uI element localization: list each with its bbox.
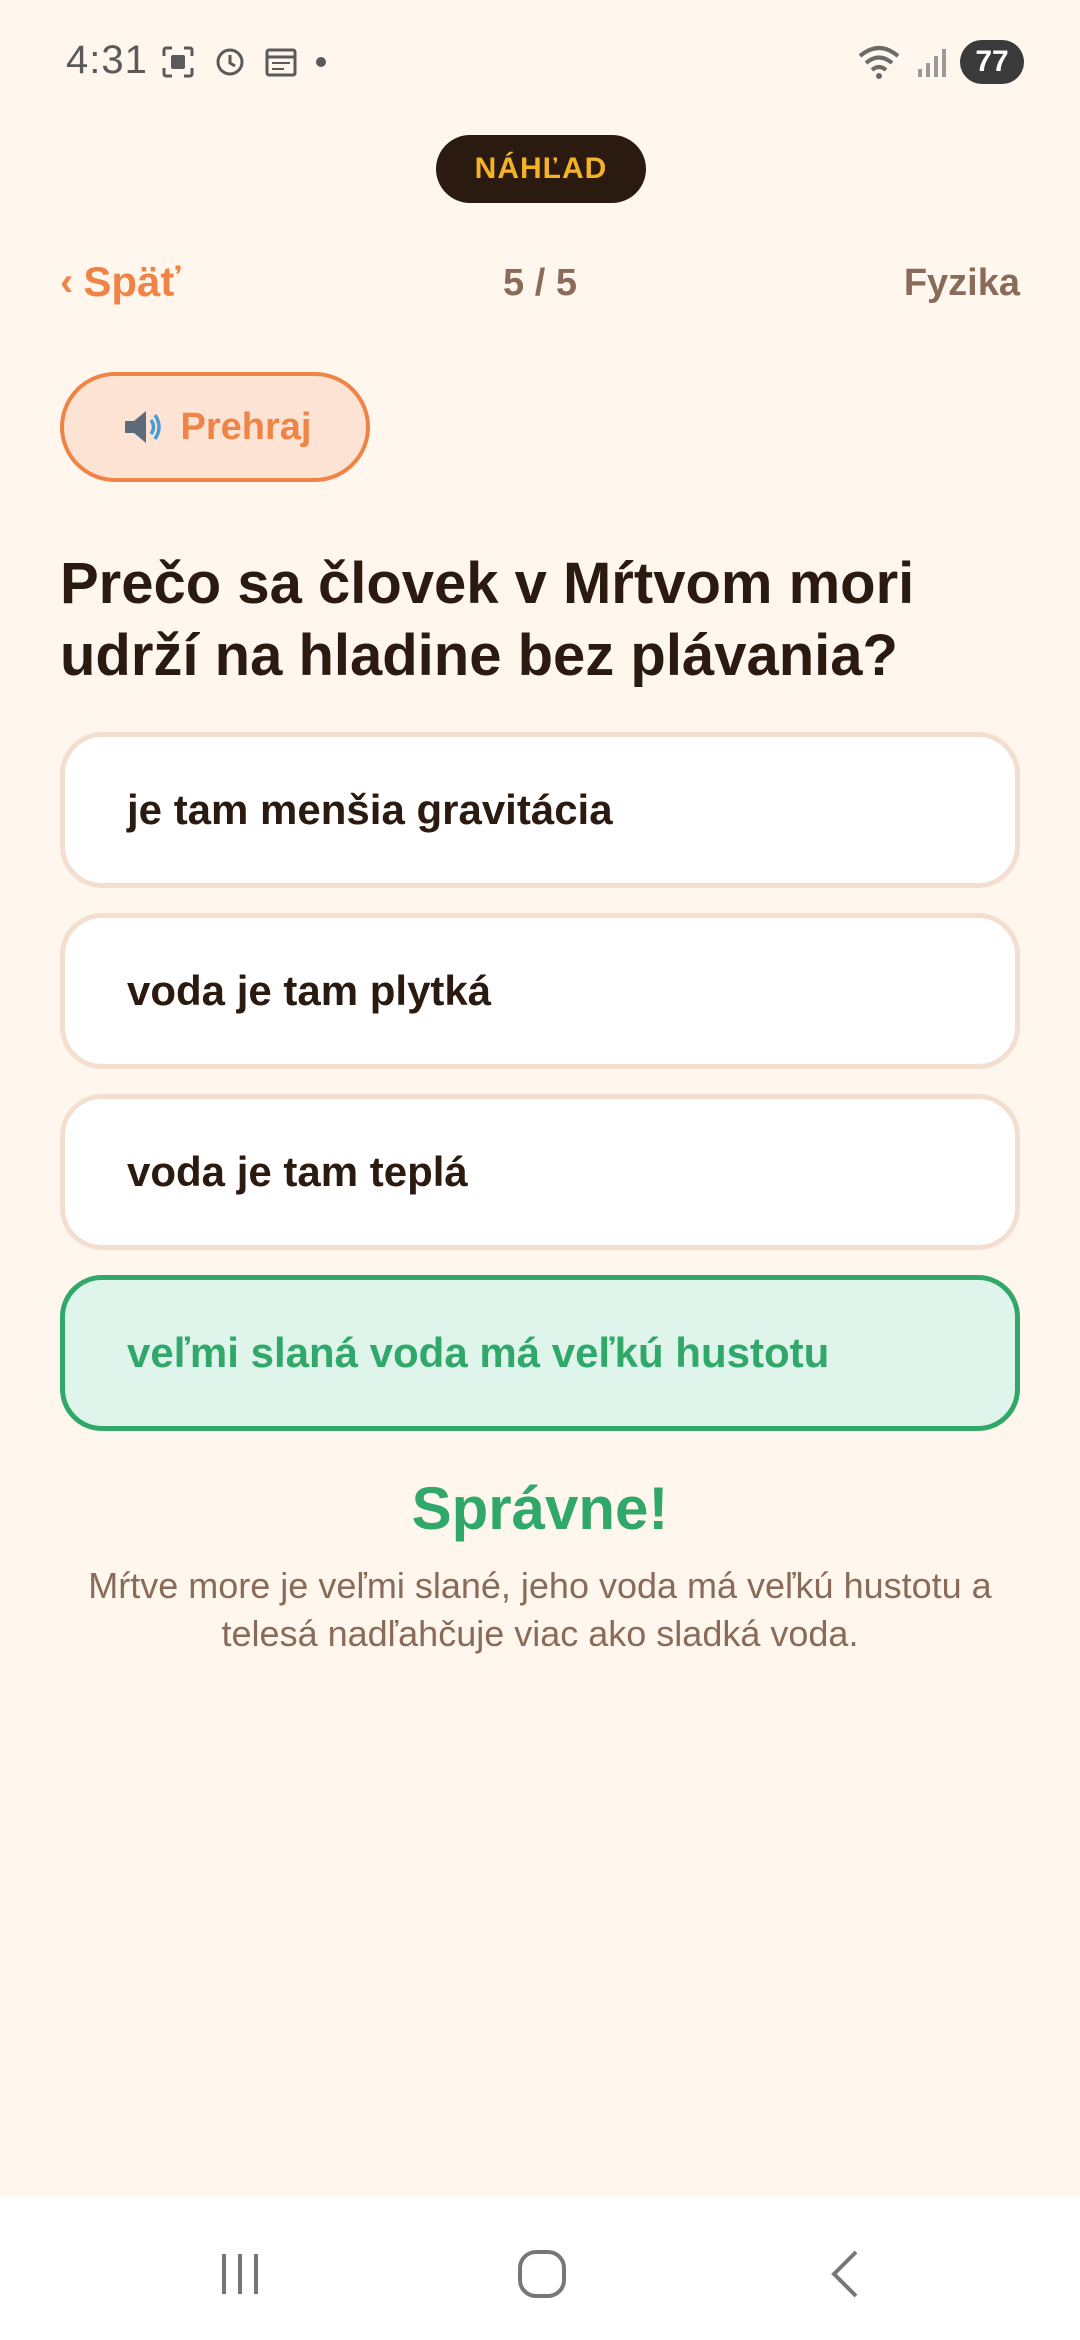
play-audio-button[interactable]: Prehraj <box>60 372 370 482</box>
play-label: Prehraj <box>180 405 312 448</box>
speaker-icon <box>124 411 161 443</box>
feedback-explanation: Mŕtve more je veľmi slané, jeho voda má … <box>88 1565 992 1654</box>
screenshot-icon <box>162 46 194 78</box>
answer-option[interactable]: voda je tam plytká <box>60 913 1020 1069</box>
back-button[interactable]: ‹ Späť <box>60 258 180 306</box>
status-bar: 4:31 77 <box>0 0 1080 120</box>
feedback-title: Správne! <box>411 1475 669 1542</box>
battery-indicator: 77 <box>960 40 1024 84</box>
calendar-icon <box>265 48 297 77</box>
status-time: 4:31 <box>66 38 148 82</box>
back-icon[interactable] <box>816 2244 876 2304</box>
status-icons-right: 77 <box>856 40 1024 84</box>
recents-icon[interactable] <box>210 2244 270 2304</box>
back-label: Späť <box>83 258 181 305</box>
status-icons-left <box>160 44 326 80</box>
quiz-screen: 4:31 77 NÁHĽAD ‹ Späť 5 / 5 Fyzika Prehr… <box>0 0 1080 2340</box>
system-nav-bar <box>0 2196 1080 2340</box>
answer-option[interactable]: voda je tam teplá <box>60 1094 1020 1250</box>
wifi-icon <box>858 46 900 79</box>
answer-option[interactable]: je tam menšia gravitácia <box>60 732 1020 888</box>
subject-label: Fyzika <box>903 262 1020 304</box>
alarm-icon <box>216 48 244 76</box>
notification-dot <box>316 57 326 67</box>
preview-badge: NÁHĽAD <box>436 135 646 203</box>
chevron-left-icon: ‹ <box>60 259 74 304</box>
home-icon[interactable] <box>512 2244 572 2304</box>
answer-option-correct[interactable]: veľmi slaná voda má veľkú hustotu <box>60 1275 1020 1431</box>
question-text: Prečo sa človek v Mŕtvom mori udrží na h… <box>60 551 915 688</box>
signal-icon <box>918 49 946 77</box>
